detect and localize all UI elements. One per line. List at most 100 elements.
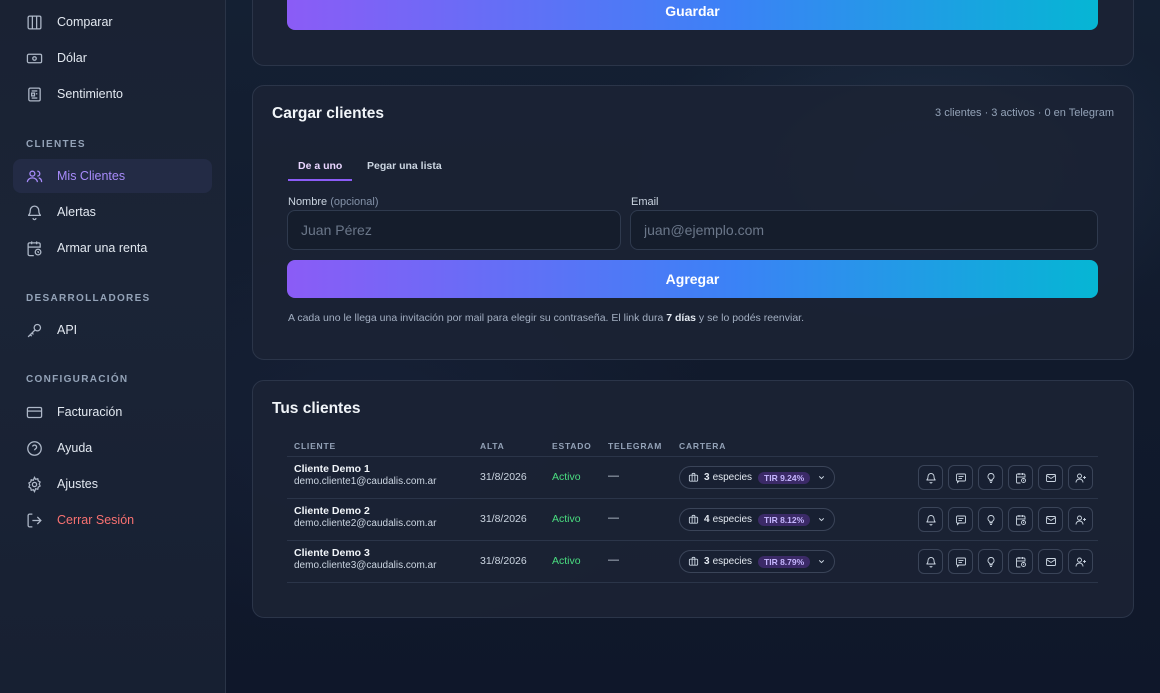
col-header-alta: ALTA [480, 441, 505, 451]
client-name: Cliente Demo 3 [294, 547, 370, 559]
row-action-lightbulb-button[interactable] [978, 507, 1003, 532]
nombre-input[interactable] [287, 210, 621, 250]
sidebar-item-label: API [57, 323, 78, 337]
sidebar-item-facturacion[interactable]: Facturación [13, 395, 212, 429]
chevron-down-icon [817, 515, 826, 524]
row-action-bell-button[interactable] [918, 507, 943, 532]
sidebar-item-sentimiento[interactable]: Sentimiento [13, 77, 212, 111]
row-action-user-plus-button[interactable] [1068, 507, 1093, 532]
briefcase-icon [688, 514, 699, 525]
section-label-clientes: CLIENTES [26, 139, 86, 150]
client-alta: 31/8/2026 [480, 513, 527, 525]
client-telegram: — [608, 554, 619, 566]
hint-prefix: A cada uno le llega una invitación por m… [288, 312, 667, 324]
tir-badge: TIR 9.24% [758, 471, 811, 484]
especies-label: especies [712, 514, 753, 525]
client-email: demo.cliente3@caudalis.com.ar [294, 560, 437, 571]
credit-card-icon [25, 403, 43, 421]
row-action-bell-button[interactable] [918, 549, 943, 574]
table-row: Cliente Demo 1 demo.cliente1@caudalis.com… [287, 457, 1098, 499]
cartera-dropdown[interactable]: 3 especies TIR 9.24% [679, 466, 836, 489]
sidebar-item-api[interactable]: API [13, 313, 212, 347]
especies-label: especies [712, 472, 753, 483]
sidebar-item-mis-clientes[interactable]: Mis Clientes [13, 159, 212, 193]
logout-icon [25, 511, 43, 529]
calendar-clock-icon [1015, 556, 1026, 567]
sidebar-item-comparar[interactable]: Comparar [13, 5, 212, 39]
client-name: Cliente Demo 1 [294, 463, 370, 475]
sidebar-item-ayuda[interactable]: Ayuda [13, 431, 212, 465]
row-action-bell-button[interactable] [918, 465, 943, 490]
cartera-dropdown[interactable]: 4 especies TIR 8.12% [679, 508, 836, 531]
email-input[interactable] [630, 210, 1098, 250]
client-alta: 31/8/2026 [480, 555, 527, 567]
agregar-button[interactable]: Agregar [287, 260, 1098, 298]
user-plus-icon [1075, 473, 1086, 483]
especies-count: 4 [704, 514, 710, 525]
sidebar-item-ajustes[interactable]: Ajustes [13, 467, 212, 501]
client-name: Cliente Demo 2 [294, 505, 370, 517]
row-action-lightbulb-button[interactable] [978, 465, 1003, 490]
row-divider [287, 582, 1098, 583]
briefcase-icon [688, 556, 699, 567]
row-action-calendar-clock-button[interactable] [1008, 507, 1033, 532]
sidebar-item-label: Cerrar Sesión [57, 513, 135, 527]
newspaper-icon [25, 85, 43, 103]
save-button[interactable]: Guardar [287, 0, 1098, 30]
hint-bold: 7 días [666, 312, 697, 324]
calendar-clock-icon [25, 239, 43, 257]
bell-icon [925, 472, 936, 483]
row-action-user-plus-button[interactable] [1068, 465, 1093, 490]
bell-icon [925, 514, 936, 525]
cartera-dropdown[interactable]: 3 especies TIR 8.79% [679, 550, 836, 573]
hint-suffix: y se lo podés reenviar. [696, 312, 804, 324]
row-action-calendar-clock-button[interactable] [1008, 465, 1033, 490]
columns-icon [25, 13, 43, 31]
row-actions [918, 549, 1093, 574]
row-action-lightbulb-button[interactable] [978, 549, 1003, 574]
cargar-clientes-title: Cargar clientes [272, 105, 384, 122]
invite-hint: A cada uno le llega una invitación por m… [288, 312, 804, 324]
row-action-message-button[interactable] [948, 549, 973, 574]
row-action-calendar-clock-button[interactable] [1008, 549, 1033, 574]
user-plus-icon [1075, 557, 1086, 567]
tab-de-a-uno[interactable]: De a uno [288, 160, 353, 181]
row-actions [918, 465, 1093, 490]
especies-count: 3 [704, 556, 710, 567]
col-header-cartera: CARTERA [679, 441, 727, 451]
sidebar-item-armar-renta[interactable]: Armar una renta [13, 231, 212, 265]
lightbulb-icon [987, 556, 994, 567]
nombre-label: Nombre (opcional) [288, 196, 379, 208]
gear-icon [25, 475, 43, 493]
sidebar-item-cerrar-sesion[interactable]: Cerrar Sesión [13, 503, 212, 537]
sidebar-item-label: Dólar [57, 51, 87, 65]
especies-label: especies [712, 556, 753, 567]
clientes-summary: 3 clientes · 3 activos · 0 en Telegram [935, 107, 1114, 119]
tir-badge: TIR 8.12% [758, 513, 811, 526]
client-telegram: — [608, 470, 619, 482]
row-actions [918, 507, 1093, 532]
mail-icon [1045, 557, 1056, 566]
chevron-down-icon [817, 473, 826, 482]
row-action-mail-button[interactable] [1038, 549, 1063, 574]
row-action-user-plus-button[interactable] [1068, 549, 1093, 574]
col-header-telegram: TELEGRAM [608, 441, 663, 451]
sidebar-item-label: Ajustes [57, 477, 98, 491]
tab-pegar-lista[interactable]: Pegar una lista [367, 160, 442, 181]
row-action-message-button[interactable] [948, 465, 973, 490]
help-circle-icon [25, 439, 43, 457]
bell-icon [25, 203, 43, 221]
row-action-message-button[interactable] [948, 507, 973, 532]
row-action-mail-button[interactable] [1038, 507, 1063, 532]
col-header-cliente: CLIENTE [294, 441, 336, 451]
row-action-mail-button[interactable] [1038, 465, 1063, 490]
sidebar-item-label: Comparar [57, 15, 113, 29]
mail-icon [1045, 515, 1056, 524]
sidebar-item-label: Mis Clientes [57, 169, 126, 183]
message-icon [955, 515, 966, 526]
sidebar-item-dolar[interactable]: Dólar [13, 41, 212, 75]
col-header-estado: ESTADO [552, 441, 592, 451]
sidebar-item-label: Facturación [57, 405, 123, 419]
bell-icon [925, 556, 936, 567]
sidebar-item-alertas[interactable]: Alertas [13, 195, 212, 229]
